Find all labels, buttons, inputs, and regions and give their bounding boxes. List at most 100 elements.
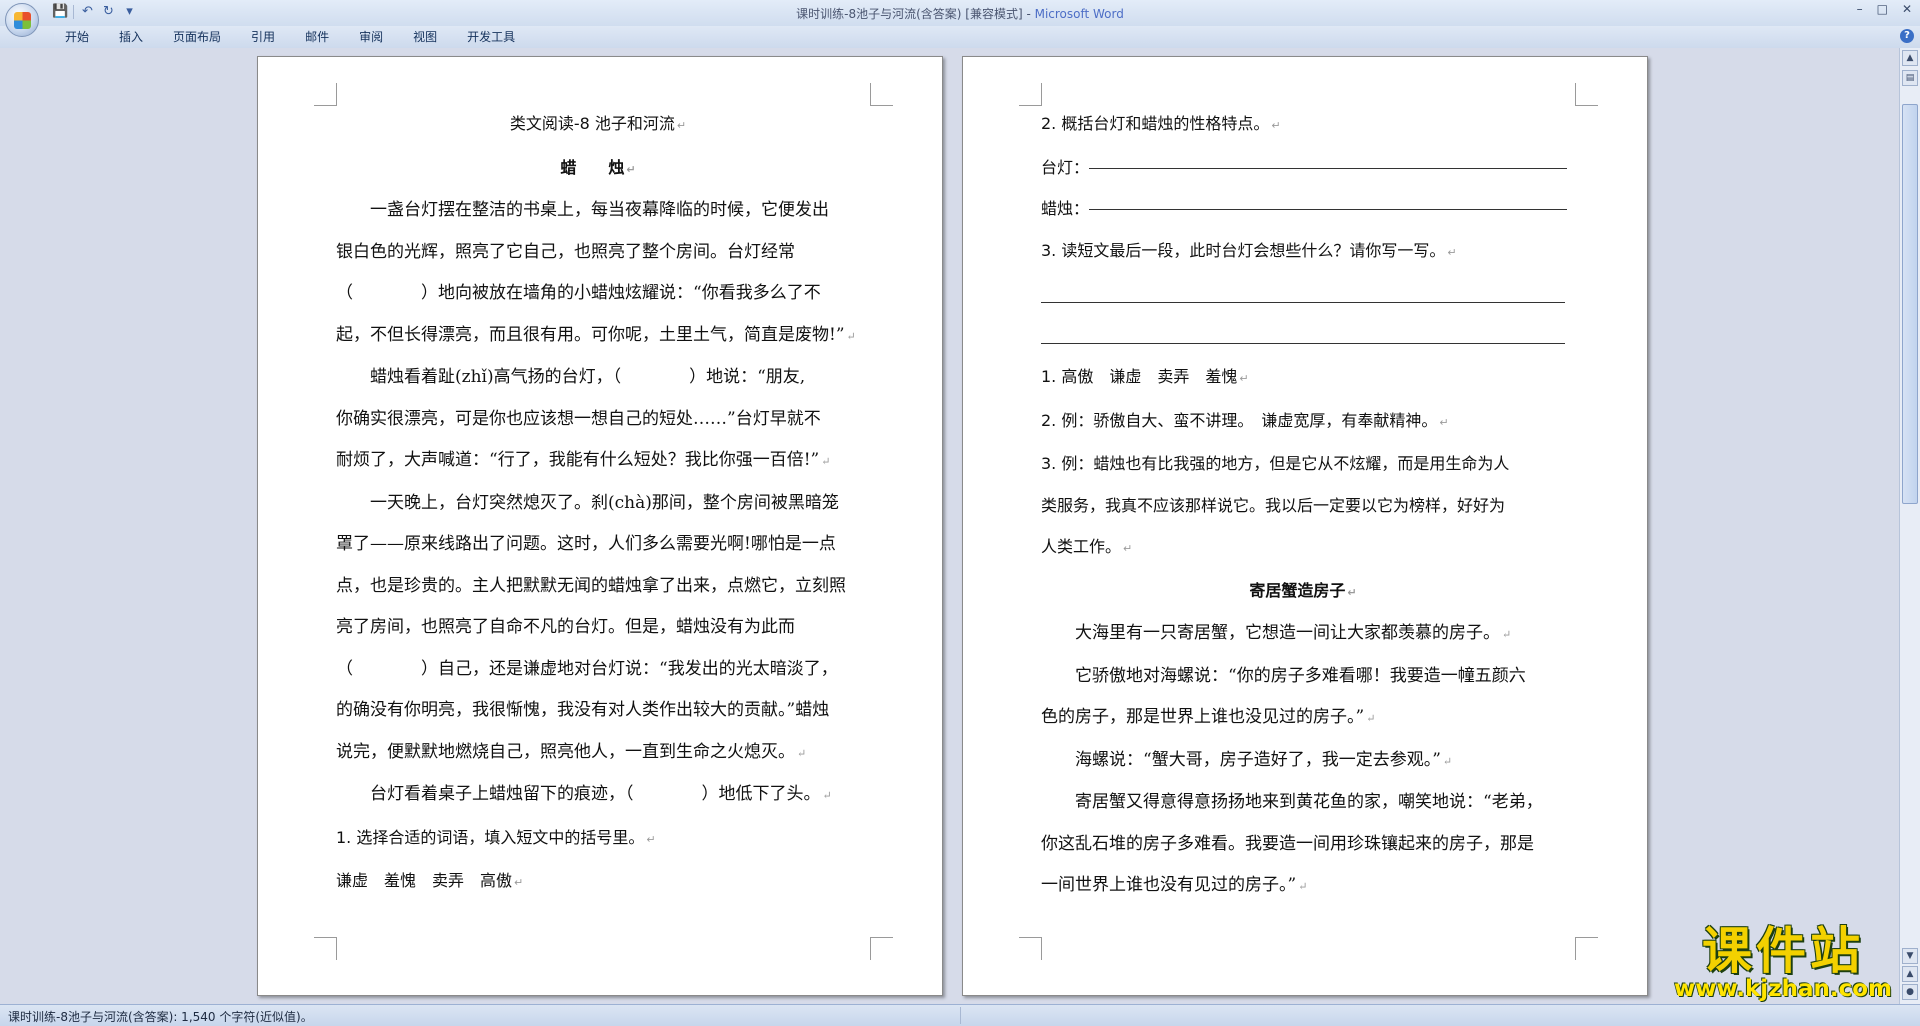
story-title: 寄居蟹造房子 ↵: [1249, 580, 1357, 600]
paragraph-mark: ↵: [514, 876, 524, 889]
document-area[interactable]: 类文阅读-8 池子和河流 ↵ 蜡 烛 ↵ 一盏台灯摆在整洁的书桌上，每当夜幕降临的时…: [0, 48, 1900, 1004]
text-line: 银白色的光辉，照亮了它自己，也照亮了整个房间。台灯经常: [336, 241, 795, 262]
answer-1: 1. 高傲 谦虚 卖弄 羞愧 ↵: [1041, 367, 1249, 386]
crop-mark: [870, 83, 893, 106]
office-logo-icon: [14, 12, 31, 29]
blank-line[interactable]: [1041, 315, 1565, 357]
paragraph-mark: ↵: [1123, 542, 1133, 555]
paragraph-mark: ↵: [626, 162, 636, 176]
tab-references[interactable]: 引用: [236, 29, 290, 45]
text-line: 点，也是珍贵的。主人把默默无闻的蜡烛拿了出来，点燃它，立刻照: [336, 575, 846, 596]
text-line: 你确实很漂亮，可是你也应该想一想自己的短处……”台灯早就不: [336, 408, 821, 429]
document-title: 类文阅读-8 池子和河流 ↵: [509, 114, 687, 133]
watermark-url: www.kjzhan.com: [1674, 976, 1892, 1002]
ribbon-tabs: 开始 插入 页面布局 引用 邮件 审阅 视图 开发工具: [50, 29, 530, 45]
crop-mark: [1575, 937, 1598, 960]
previous-page-icon[interactable]: ▲: [1902, 966, 1918, 982]
text-line: 海螺说：“蟹大哥，房子造好了，我一定去参观。” ↵: [1075, 749, 1453, 770]
close-button[interactable]: ✕: [1902, 2, 1912, 16]
status-text: 课时训练-8池子与河流(含答案): 1,540 个字符(近似值)。: [8, 1010, 313, 1024]
text-line: 起，不但长得漂亮，而且很有用。可你呢，土里土气，简直是废物!” ↵: [336, 324, 856, 345]
question-2: 2. 概括台灯和蜡烛的性格特点。 ↵: [1041, 114, 1281, 133]
app-name: Microsoft Word: [1034, 7, 1124, 21]
minimize-button[interactable]: –: [1857, 2, 1863, 16]
blank-line[interactable]: [1089, 209, 1568, 210]
browse-object-icon[interactable]: ●: [1902, 984, 1918, 1000]
answer-line-lamp: 台灯：: [1041, 147, 1568, 189]
page-left-content[interactable]: 类文阅读-8 池子和河流 ↵ 蜡 烛 ↵ 一盏台灯摆在整洁的书桌上，每当夜幕降临的时…: [336, 103, 860, 904]
text-line: 一天晚上，台灯突然熄灭了。刹(chà)那间，整个房间被黑暗笼: [370, 492, 839, 513]
crop-mark: [314, 937, 337, 960]
text-line: 色的房子，那是世界上谁也没见过的房子。” ↵: [1041, 707, 1376, 727]
text-line: 蜡烛看着趾(zhǐ)高气扬的台灯，（ ）地说：“朋友,: [370, 367, 806, 387]
tab-mailings[interactable]: 邮件: [290, 29, 344, 45]
crop-mark: [1019, 937, 1042, 960]
paragraph-mark: ↵: [676, 119, 687, 132]
text-line: 一间世界上谁也没有见过的房子。” ↵: [1041, 875, 1308, 895]
paragraph-mark: ↵: [797, 746, 807, 760]
tab-page-layout[interactable]: 页面布局: [158, 29, 236, 45]
text-line: 大海里有一只寄居蟹，它想造一间让大家都羡慕的房子。 ↵: [1075, 623, 1512, 643]
paragraph-mark: ↵: [1239, 372, 1249, 385]
crop-mark: [1575, 83, 1598, 106]
tab-insert[interactable]: 插入: [104, 29, 158, 45]
paragraph-mark: ↵: [1271, 119, 1281, 132]
crop-mark: [1019, 83, 1042, 106]
crop-mark: [314, 83, 337, 106]
page-right[interactable]: 2. 概括台灯和蜡烛的性格特点。 ↵ 台灯： 蜡烛： 3. 读短文最后一段，此时台…: [962, 56, 1648, 996]
text-line: 寄居蟹又得意得意扬扬地来到黄花鱼的家，嘲笑地说：“老弟，: [1075, 792, 1543, 812]
title-bar: 💾 ↶ ↻ ▾ 课时训练-8池子与河流(含答案) [兼容模式] - Micros…: [0, 0, 1920, 26]
tab-home[interactable]: 开始: [50, 29, 104, 45]
text-line: 说完，便默默地燃烧自己，照亮他人，一直到生命之火熄灭。 ↵: [336, 741, 807, 762]
status-separator: [960, 1007, 961, 1024]
word-choices: 谦虚 羞愧 卖弄 高傲 ↵: [336, 871, 524, 890]
paragraph-mark: ↵: [646, 832, 656, 846]
status-bar: 课时训练-8池子与河流(含答案): 1,540 个字符(近似值)。: [0, 1004, 1920, 1026]
maximize-button[interactable]: □: [1877, 2, 1888, 16]
paragraph-mark: ↵: [822, 789, 832, 802]
paragraph-mark: ↵: [1298, 880, 1308, 893]
vertical-scrollbar[interactable]: ▲ ▤ ▼ ▲ ●: [1899, 48, 1920, 1004]
text-line: 一盏台灯摆在整洁的书桌上，每当夜幕降临的时候，它便发出: [370, 200, 829, 220]
ruler-toggle-icon[interactable]: ▤: [1902, 70, 1918, 86]
question-3: 3. 读短文最后一段，此时台灯会想些什么？请你写一写。 ↵: [1041, 240, 1457, 260]
answer-line-candle: 蜡烛：: [1041, 188, 1568, 230]
page-right-content[interactable]: 2. 概括台灯和蜡烛的性格特点。 ↵ 台灯： 蜡烛： 3. 读短文最后一段，此时台…: [1041, 103, 1568, 908]
watermark-text: 课件站: [1702, 922, 1864, 980]
text-line: （ ）地向被放在墙角的小蜡烛炫耀说：“你看我多么了不: [336, 283, 821, 303]
ribbon-tab-bar: 开始 插入 页面布局 引用 邮件 审阅 视图 开发工具 ?: [0, 26, 1920, 49]
scroll-down-icon[interactable]: ▼: [1902, 948, 1918, 964]
window-title: 课时训练-8池子与河流(含答案) [兼容模式] - Microsoft Word: [0, 5, 1920, 22]
scroll-up-icon[interactable]: ▲: [1902, 50, 1918, 66]
answer-3-line: 3. 例：蜡烛也有比我强的地方，但是它从不炫耀，而是用生命为人: [1041, 454, 1510, 473]
paragraph-mark: ↵: [846, 329, 856, 343]
blank-line[interactable]: [1089, 167, 1568, 169]
paragraph-mark: ↵: [1502, 628, 1512, 641]
paragraph-mark: ↵: [1439, 415, 1449, 429]
paragraph-mark: ↵: [1442, 754, 1453, 768]
answer-3-line: 人类工作。 ↵: [1041, 537, 1133, 556]
document-title: 课时训练-8池子与河流(含答案) [兼容模式] -: [796, 7, 1035, 21]
tab-review[interactable]: 审阅: [344, 29, 398, 45]
blank-line[interactable]: [1041, 273, 1565, 315]
text-line: 亮了房间，也照亮了自命不凡的台灯。但是，蜡烛没有为此而: [336, 617, 795, 637]
page-left[interactable]: 类文阅读-8 池子和河流 ↵ 蜡 烛 ↵ 一盏台灯摆在整洁的书桌上，每当夜幕降临的时…: [257, 56, 943, 996]
text-line: 台灯看着桌子上蜡烛留下的痕迹，（ ）地低下了头。 ↵: [370, 784, 832, 804]
tab-developer[interactable]: 开发工具: [452, 29, 530, 45]
office-button[interactable]: [5, 3, 39, 37]
text-line: 你这乱石堆的房子多难看。我要造一间用珍珠镶起来的房子，那是: [1041, 833, 1534, 854]
scrollbar-thumb[interactable]: [1902, 104, 1918, 504]
text-line: （ ）自己，还是谦虚地对台灯说：“我发出的光太暗淡了，: [336, 658, 838, 679]
story-title: 蜡 烛 ↵: [560, 157, 636, 177]
help-icon[interactable]: ?: [1900, 29, 1914, 43]
paragraph-mark: ↵: [821, 455, 831, 468]
window-controls: – □ ✕: [1857, 2, 1912, 16]
answer-2: 2. 例：骄傲自大、蛮不讲理。 谦虚宽厚，有奉献精神。 ↵: [1041, 410, 1449, 430]
tab-view[interactable]: 视图: [398, 29, 452, 45]
text-line: 它骄傲地对海螺说：“你的房子多难看哪！我要造一幢五颜六: [1075, 665, 1526, 686]
paragraph-mark: ↵: [1366, 712, 1376, 725]
paragraph-mark: ↵: [1347, 585, 1357, 599]
paragraph-mark: ↵: [1447, 245, 1457, 259]
text-line: 的确没有你明亮，我很惭愧，我没有对人类作出较大的贡献。”蜡烛: [336, 700, 830, 720]
text-line: 耐烦了，大声喊道：“行了，我能有什么短处？我比你强一百倍!” ↵: [336, 450, 831, 470]
